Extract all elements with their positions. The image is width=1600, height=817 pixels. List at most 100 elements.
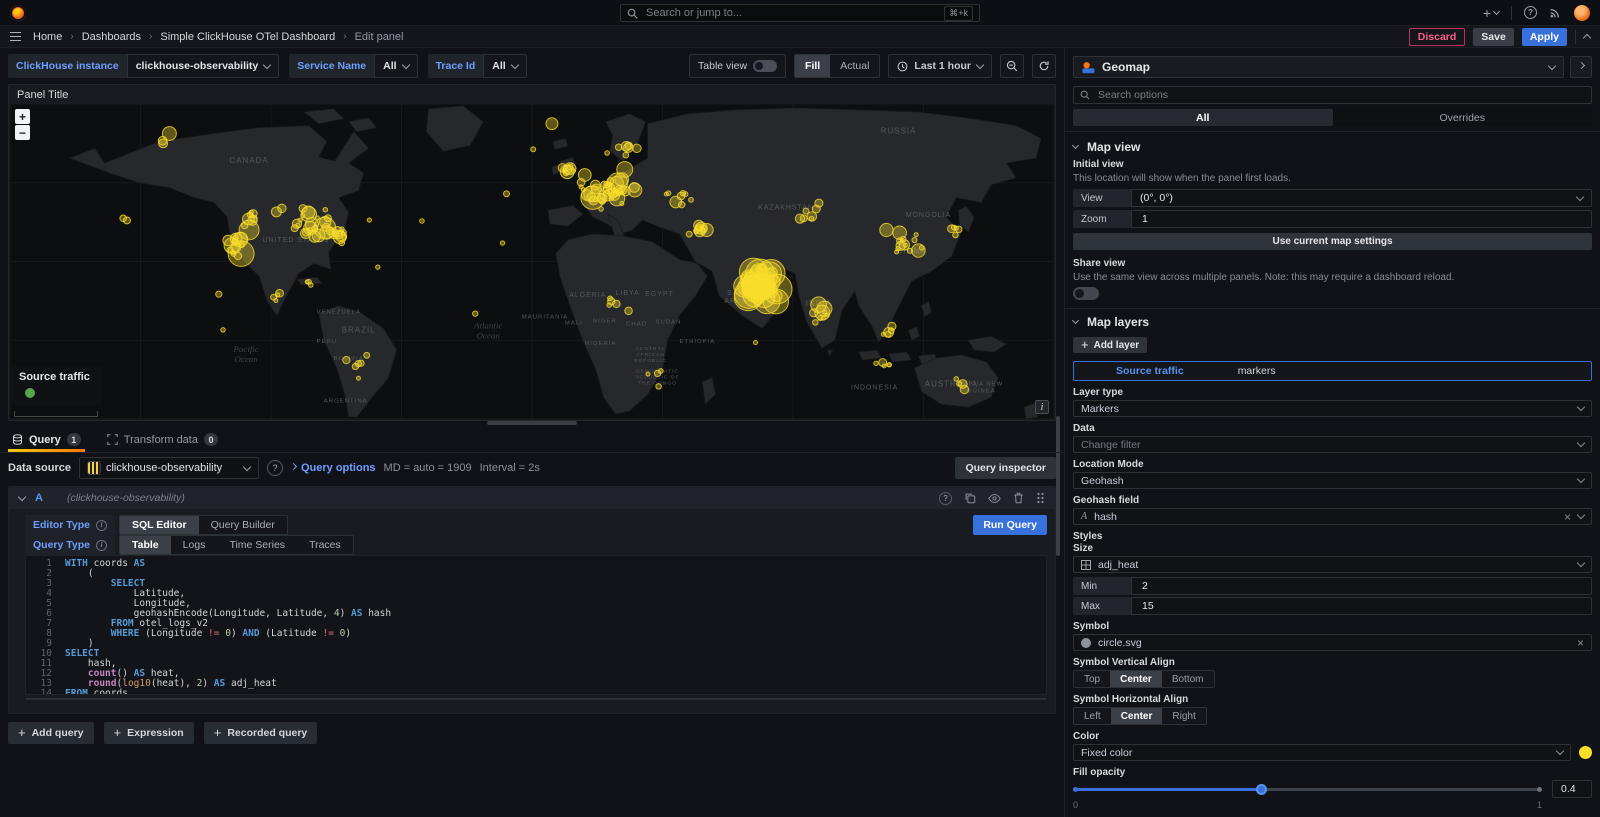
save-button[interactable]: Save bbox=[1473, 28, 1514, 46]
section-map-layers[interactable]: Map layers bbox=[1073, 315, 1592, 329]
drag-handle-icon[interactable] bbox=[1036, 492, 1045, 504]
time-range-picker[interactable]: Last 1 hour bbox=[888, 54, 992, 78]
visualization-picker[interactable]: Geomap bbox=[1073, 56, 1564, 78]
help-icon[interactable]: ? bbox=[1524, 6, 1537, 19]
collapse-query-icon[interactable] bbox=[18, 492, 26, 500]
add-layer-button[interactable]: +Add layer bbox=[1073, 337, 1147, 353]
data-dropdown[interactable]: Change filter bbox=[1073, 436, 1592, 453]
tab-query[interactable]: Query 1 bbox=[8, 433, 85, 452]
options-search[interactable] bbox=[1073, 86, 1592, 104]
hide-response-eye-icon[interactable] bbox=[988, 492, 1001, 505]
table-view-toggle[interactable]: Table view bbox=[689, 54, 786, 78]
collapse-sidebar-button[interactable] bbox=[1570, 56, 1592, 78]
logs-option[interactable]: Logs bbox=[171, 536, 218, 554]
use-current-map-settings-button[interactable]: Use current map settings bbox=[1073, 233, 1592, 250]
table-option[interactable]: Table bbox=[120, 536, 171, 554]
map-zoom-out-button[interactable]: − bbox=[15, 125, 30, 140]
expression-button[interactable]: +Expression bbox=[104, 722, 194, 744]
remove-query-trash-icon[interactable] bbox=[1013, 492, 1024, 504]
valign-bottom-option[interactable]: Bottom bbox=[1162, 671, 1214, 687]
color-dropdown[interactable]: Fixed color bbox=[1073, 744, 1571, 761]
zoom-out-time-button[interactable] bbox=[1000, 54, 1024, 78]
zoom-input[interactable] bbox=[1131, 210, 1592, 228]
time-series-option[interactable]: Time Series bbox=[217, 536, 297, 554]
slider-thumb[interactable] bbox=[1256, 784, 1267, 795]
geomap-canvas[interactable]: RUSSIACANADAUNITED STATESKAZAKHSTANMONGO… bbox=[10, 104, 1054, 419]
apply-button[interactable]: Apply bbox=[1522, 28, 1567, 46]
map-zoom-in-button[interactable]: + bbox=[15, 109, 30, 124]
datasource-help-icon[interactable]: ? bbox=[267, 460, 283, 476]
map-attribution-button[interactable]: i bbox=[1035, 400, 1049, 414]
panel-resize-handle[interactable] bbox=[487, 421, 577, 425]
breadcrumb-dashboard-name[interactable]: Simple ClickHouse OTel Dashboard bbox=[160, 31, 335, 43]
query-inspector-button[interactable]: Query inspector bbox=[955, 457, 1056, 479]
clear-icon[interactable]: × bbox=[1577, 637, 1584, 649]
panel-title[interactable]: Panel Title bbox=[9, 85, 1055, 104]
info-icon[interactable]: i bbox=[96, 540, 107, 551]
valign-top-option[interactable]: Top bbox=[1074, 671, 1110, 687]
search-input[interactable] bbox=[644, 6, 938, 20]
toggle-off-icon[interactable] bbox=[753, 60, 777, 72]
breadcrumb-home[interactable]: Home bbox=[33, 31, 62, 43]
query-row-header[interactable]: A (clickhouse-observability) ? bbox=[9, 487, 1055, 509]
size-label: Size bbox=[1073, 543, 1592, 554]
run-query-button[interactable]: Run Query bbox=[973, 515, 1047, 535]
actual-option[interactable]: Actual bbox=[830, 55, 879, 77]
collapse-options-icon[interactable] bbox=[1583, 34, 1591, 42]
add-query-button[interactable]: +Add query bbox=[8, 722, 94, 744]
min-input[interactable] bbox=[1131, 577, 1592, 595]
halign-center-option[interactable]: Center bbox=[1111, 708, 1163, 724]
size-field-dropdown[interactable]: adj_heat bbox=[1073, 556, 1592, 573]
menu-toggle-icon[interactable] bbox=[10, 32, 21, 42]
query-options-toggle[interactable]: Query options bbox=[291, 462, 376, 474]
user-avatar[interactable] bbox=[1574, 5, 1590, 21]
breadcrumb-dashboards[interactable]: Dashboards bbox=[82, 31, 141, 43]
sql-code-editor[interactable]: 1WITH coords AS2 (3 SELECT4 Latitude,5 L… bbox=[25, 555, 1047, 695]
layer-name[interactable]: Source traffic bbox=[1116, 365, 1184, 377]
variable-value-dropdown[interactable]: clickhouse-observability bbox=[127, 54, 280, 78]
fill-opacity-slider[interactable] bbox=[1073, 780, 1542, 798]
global-search[interactable]: ⌘+k bbox=[620, 4, 980, 22]
duplicate-query-icon[interactable] bbox=[964, 492, 976, 504]
grafana-logo-icon[interactable] bbox=[10, 5, 26, 21]
fill-option[interactable]: Fill bbox=[795, 55, 830, 77]
layer-row-source-traffic[interactable]: Source traffic markers bbox=[1073, 361, 1592, 381]
tab-overrides[interactable]: Overrides bbox=[1333, 109, 1593, 126]
geohash-field-dropdown[interactable]: A hash × bbox=[1073, 508, 1592, 525]
clear-icon[interactable]: × bbox=[1564, 511, 1571, 523]
halign-left-option[interactable]: Left bbox=[1074, 708, 1111, 724]
edit-panel-main: ClickHouse instance clickhouse-observabi… bbox=[0, 48, 1064, 817]
tab-all[interactable]: All bbox=[1073, 109, 1333, 126]
symbol-dropdown[interactable]: circle.svg × bbox=[1073, 634, 1592, 651]
fill-opacity-input[interactable] bbox=[1552, 780, 1592, 798]
color-swatch[interactable] bbox=[1579, 746, 1592, 759]
query-builder-option[interactable]: Query Builder bbox=[199, 516, 287, 534]
view-dropdown[interactable]: (0°, 0°) bbox=[1131, 189, 1592, 207]
new-button[interactable]: + bbox=[1483, 5, 1499, 21]
variable-clickhouse-instance: ClickHouse instance clickhouse-observabi… bbox=[8, 54, 279, 78]
news-rss-icon[interactable] bbox=[1549, 6, 1562, 19]
section-map-view[interactable]: Map view bbox=[1073, 140, 1592, 154]
search-icon bbox=[627, 8, 638, 19]
recorded-query-button[interactable]: +Recorded query bbox=[204, 722, 318, 744]
discard-button[interactable]: Discard bbox=[1409, 28, 1466, 46]
refresh-button[interactable] bbox=[1032, 54, 1056, 78]
geohash-field-label: Geohash field bbox=[1073, 495, 1592, 506]
max-input[interactable] bbox=[1131, 597, 1592, 615]
location-mode-dropdown[interactable]: Geohash bbox=[1073, 472, 1592, 489]
datasource-picker[interactable]: clickhouse-observability bbox=[79, 457, 259, 479]
layer-type-dropdown[interactable]: Markers bbox=[1073, 400, 1592, 417]
editor-resize-handle[interactable] bbox=[25, 698, 1047, 700]
share-view-toggle[interactable] bbox=[1073, 287, 1099, 300]
sql-editor-option[interactable]: SQL Editor bbox=[120, 516, 199, 534]
tab-transform-data[interactable]: Transform data 0 bbox=[103, 433, 222, 452]
query-help-icon[interactable]: ? bbox=[939, 492, 952, 505]
map-marker bbox=[358, 360, 364, 366]
valign-center-option[interactable]: Center bbox=[1110, 671, 1162, 687]
traces-option[interactable]: Traces bbox=[297, 536, 353, 554]
variable-value-dropdown[interactable]: All bbox=[483, 54, 526, 78]
info-icon[interactable]: i bbox=[96, 520, 107, 531]
options-search-input[interactable] bbox=[1096, 88, 1585, 102]
variable-value-dropdown[interactable]: All bbox=[374, 54, 417, 78]
halign-right-option[interactable]: Right bbox=[1162, 708, 1205, 724]
